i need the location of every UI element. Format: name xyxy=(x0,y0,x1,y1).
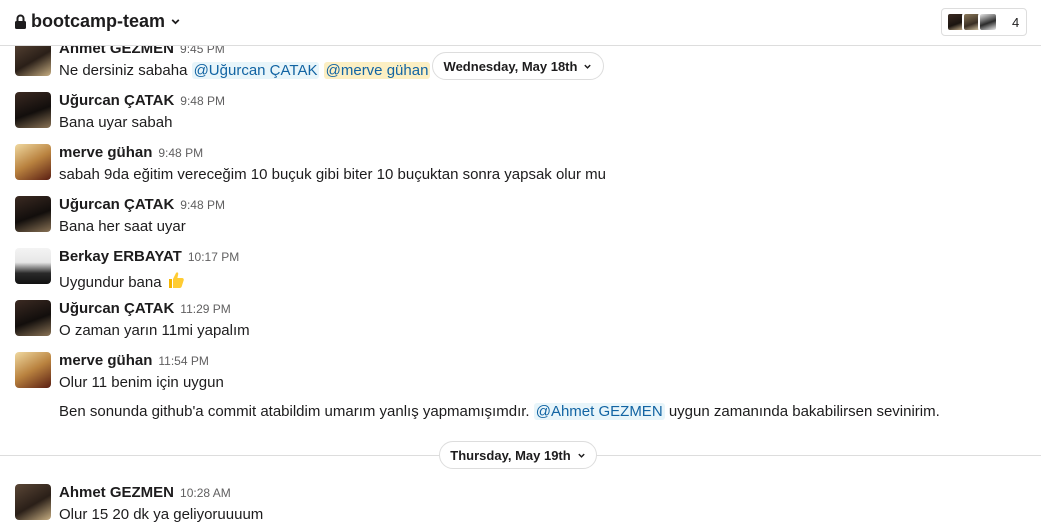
message-timestamp[interactable]: 10:17 PM xyxy=(188,250,239,264)
date-divider-button[interactable]: Thursday, May 19th xyxy=(439,441,597,469)
avatar[interactable] xyxy=(15,484,51,520)
member-list-button[interactable]: 4 xyxy=(941,8,1027,36)
message-author[interactable]: Uğurcan ÇATAK 9:48 PM xyxy=(59,196,225,213)
message-timestamp[interactable]: 9:48 PM xyxy=(180,94,225,108)
message-timestamp[interactable]: 9:48 PM xyxy=(158,146,203,160)
user-mention[interactable]: @Uğurcan ÇATAK xyxy=(191,62,320,79)
message-text: Ne dersiniz sabaha @Uğurcan ÇATAK @merve… xyxy=(59,62,431,79)
member-count: 4 xyxy=(1012,14,1020,30)
message-timestamp[interactable]: 10:28 AM xyxy=(180,486,231,500)
message-text: O zaman yarın 11mi yapalım xyxy=(59,322,250,339)
message-author[interactable]: Berkay ERBAYAT 10:17 PM xyxy=(59,248,239,265)
message-author[interactable]: merve gühan 9:48 PM xyxy=(59,144,203,161)
message-text: Bana her saat uyar xyxy=(59,218,186,235)
avatar[interactable] xyxy=(15,196,51,232)
channel-header: bootcamp-team 4 xyxy=(0,0,1041,46)
message-text: Bana uyar sabah xyxy=(59,114,173,131)
chevron-down-icon xyxy=(577,453,585,458)
message-author[interactable]: Ahmet GEZMEN 10:28 AM xyxy=(59,484,231,501)
thumbs-up-icon[interactable] xyxy=(166,270,186,290)
lock-icon xyxy=(15,14,26,29)
channel-name-button[interactable]: bootcamp-team xyxy=(14,11,181,32)
message-author[interactable]: Uğurcan ÇATAK 11:29 PM xyxy=(59,300,231,317)
avatar xyxy=(978,12,998,32)
message-author[interactable]: merve gühan 11:54 PM xyxy=(59,352,209,369)
user-mention[interactable]: @Ahmet GEZMEN xyxy=(533,403,665,420)
avatar[interactable] xyxy=(15,300,51,336)
message-text: Ben sonunda github'a commit atabildim um… xyxy=(59,403,940,420)
channel-title: bootcamp-team xyxy=(31,11,166,31)
user-mention[interactable]: @merve gühan xyxy=(323,62,431,79)
avatar[interactable] xyxy=(15,248,51,284)
message-timestamp[interactable]: 11:29 PM xyxy=(180,302,230,316)
message-text: Uygundur bana xyxy=(59,270,186,291)
avatar[interactable] xyxy=(15,352,51,388)
message-timestamp[interactable]: 11:54 PM xyxy=(158,354,208,368)
message-text: Olur 15 20 dk ya geliyoruuuum xyxy=(59,506,264,523)
chevron-down-icon xyxy=(584,64,592,69)
avatar[interactable] xyxy=(15,92,51,128)
message-text: sabah 9da eğitim vereceğim 10 buçuk gibi… xyxy=(59,166,606,183)
message-author[interactable]: Uğurcan ÇATAK 9:48 PM xyxy=(59,92,225,109)
message-timestamp[interactable]: 9:48 PM xyxy=(180,198,225,212)
message-text: Olur 11 benim için uygun xyxy=(59,374,224,391)
chevron-down-icon xyxy=(171,19,180,25)
avatar[interactable] xyxy=(15,144,51,180)
date-divider-button[interactable]: Wednesday, May 18th xyxy=(432,52,604,80)
